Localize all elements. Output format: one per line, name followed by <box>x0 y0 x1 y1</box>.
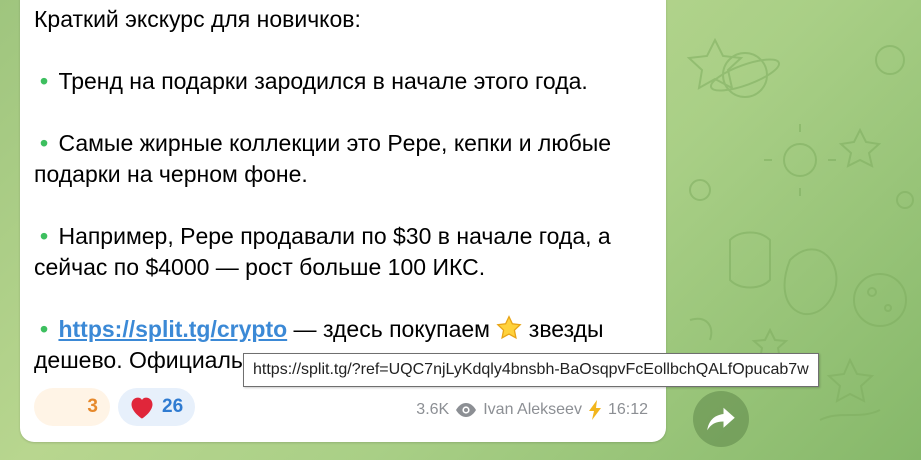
bullet-dot: • <box>40 316 49 342</box>
reaction-heart[interactable]: 26 <box>118 388 196 426</box>
reactions-bar: 3 26 <box>34 388 196 426</box>
message-bullet-3: • Например, Pepe продавали по $30 в нача… <box>34 221 654 283</box>
reaction-1[interactable]: 3 <box>34 388 110 426</box>
author-name: Ivan Alekseev <box>483 401 582 418</box>
bullet-dot: • <box>40 130 49 156</box>
bullet-1-text: Тренд на подарки зародился в начале этог… <box>58 68 588 94</box>
message-time: 16:12 <box>607 401 648 418</box>
bullet-dot: • <box>40 68 49 94</box>
link-tooltip: https://split.tg/?ref=UQC7njLyKdqly4bnsb… <box>243 353 819 387</box>
views-count: 3.6K <box>416 401 450 418</box>
eye-icon <box>456 403 477 417</box>
message-bullet-2: • Самые жирные коллекции это Pepe, кепки… <box>34 128 654 190</box>
star-emoji-icon <box>496 315 522 340</box>
message-meta: 3.6K Ivan Alekseev 16:12 <box>416 400 648 420</box>
message-text: Краткий экскурс для новичков: • Тренд на… <box>34 4 654 376</box>
bullet-dot: • <box>40 223 49 249</box>
bullet-3-text: Например, Pepe продавали по $30 в начале… <box>34 223 611 280</box>
bullet-4-text-a: — здесь покупаем <box>287 316 497 342</box>
bullet-2-text: Самые жирные коллекции это Pepe, кепки и… <box>34 130 612 187</box>
lightning-icon <box>588 400 601 420</box>
heart-icon <box>131 397 153 419</box>
message-intro: Краткий экскурс для новичков: <box>34 6 361 32</box>
message-bullet-1: • Тренд на подарки зародился в начале эт… <box>34 66 654 97</box>
reaction-heart-count: 26 <box>162 396 184 417</box>
split-link[interactable]: https://split.tg/crypto <box>58 316 287 342</box>
reaction-1-count: 3 <box>87 396 98 417</box>
share-arrow-icon <box>707 407 735 431</box>
share-button[interactable] <box>693 391 749 447</box>
